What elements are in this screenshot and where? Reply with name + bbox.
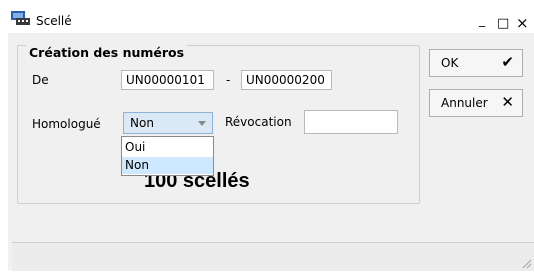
chevron-down-icon[interactable]	[198, 121, 206, 126]
cancel-button[interactable]: Annuler ✕	[429, 89, 523, 117]
homologue-select[interactable]: Non	[123, 112, 213, 134]
maximize-button[interactable]: □	[494, 16, 511, 33]
cross-icon: ✕	[501, 93, 514, 111]
to-number-field[interactable]: UN00000200	[241, 70, 332, 90]
revocation-field[interactable]	[304, 110, 398, 134]
ok-button[interactable]: OK ✔	[429, 49, 523, 77]
option-non[interactable]: Non	[122, 157, 213, 174]
title-bar[interactable]: Scellé _ □ ×	[8, 5, 534, 33]
status-bar	[12, 242, 534, 271]
resize-grip-icon[interactable]	[520, 257, 532, 269]
cancel-label: Annuler	[441, 96, 488, 110]
homologue-selected-value: Non	[130, 116, 154, 130]
checkmark-icon: ✔	[501, 53, 514, 71]
homologue-label: Homologué	[32, 117, 101, 131]
app-icon	[10, 10, 32, 26]
close-icon: ×	[516, 14, 529, 32]
dialog-window: Scellé _ □ × Création des numéros De UN0…	[8, 5, 534, 271]
maximize-icon: □	[497, 16, 510, 31]
option-oui[interactable]: Oui	[122, 139, 213, 156]
close-button[interactable]: ×	[513, 14, 530, 33]
ok-label: OK	[441, 56, 459, 70]
homologue-dropdown-list: Oui Non	[121, 136, 214, 176]
minimize-icon: _	[479, 13, 485, 27]
range-separator: -	[226, 73, 231, 87]
group-title: Création des numéros	[26, 45, 188, 60]
from-number-field[interactable]: UN00000101	[121, 70, 214, 90]
de-label: De	[32, 73, 49, 87]
window-title: Scellé	[36, 14, 72, 28]
minimize-button[interactable]: _	[475, 13, 492, 33]
revocation-label: Révocation	[225, 115, 292, 129]
